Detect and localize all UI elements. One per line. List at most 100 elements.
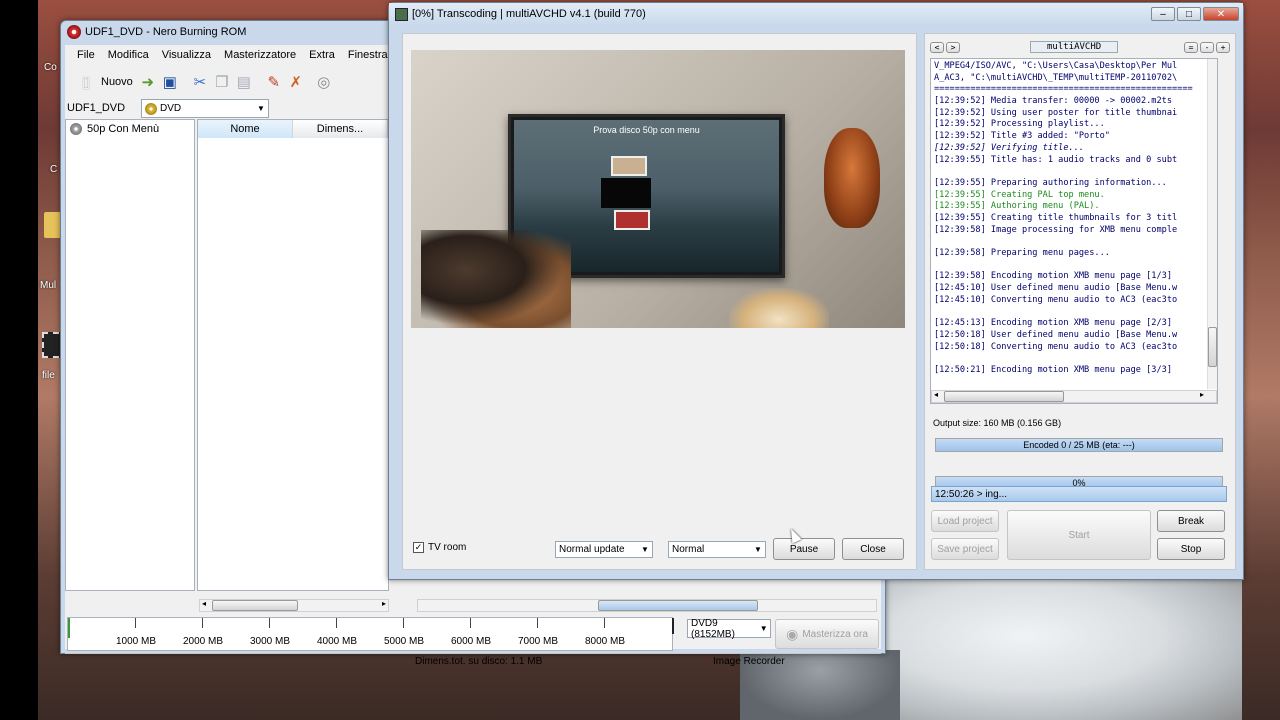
log-vertical-scrollbar[interactable] xyxy=(1207,59,1217,389)
target-disc-value: DVD9 (8152MB) xyxy=(691,617,735,640)
menu-thumbnail-3 xyxy=(614,210,650,230)
scroll-right-icon[interactable]: ▸ xyxy=(382,599,386,608)
log-header-label: multiAVCHD xyxy=(1030,41,1119,53)
tv-room-option[interactable]: ✓ TV room xyxy=(413,542,466,553)
save-project-button[interactable]: Save project xyxy=(931,538,999,560)
disc-type-value: DVD xyxy=(160,103,182,114)
log-line: V_MPEG4/ISO/AVC, "C:\Users\Casa\Desktop\… xyxy=(934,61,1178,71)
column-header-size[interactable]: Dimens... xyxy=(293,120,388,138)
menu-thumbnail-1 xyxy=(611,156,647,176)
add-icon[interactable]: ➜ xyxy=(137,71,159,93)
tv-room-label: TV room xyxy=(428,542,467,553)
quality-mode-select[interactable]: Normal ▼ xyxy=(668,541,766,558)
log-tool-equal-button[interactable]: = xyxy=(1184,41,1198,53)
tv-room-checkbox[interactable]: ✓ xyxy=(413,542,424,553)
maximize-icon[interactable]: □ xyxy=(1177,7,1201,21)
scroll-right-icon[interactable]: ▸ xyxy=(1200,390,1204,399)
burn-icon[interactable]: ✎ xyxy=(263,71,285,93)
log-tool-minus-button[interactable]: - xyxy=(1200,41,1214,53)
log-line: [12:39:58] Image processing for XMB menu… xyxy=(934,224,1178,235)
menu-masterizzatore[interactable]: Masterizzatore xyxy=(224,49,296,61)
burn-now-button[interactable]: ◉ Masterizza ora xyxy=(775,619,879,649)
menu-visualizza[interactable]: Visualizza xyxy=(162,49,211,61)
nero-tree-panel: 50p Con Menù xyxy=(65,119,195,591)
cut-icon[interactable]: ✂ xyxy=(189,71,211,93)
new-button-label[interactable]: Nuovo xyxy=(101,76,133,88)
tree-item-root[interactable]: 50p Con Menù xyxy=(66,120,194,138)
scrollbar-thumb[interactable] xyxy=(212,600,298,611)
tree-item-label: 50p Con Menù xyxy=(87,123,160,135)
african-mask-decoration xyxy=(824,128,880,228)
log-line: [12:45:10] Converting menu audio to AC3 … xyxy=(934,294,1178,305)
capacity-tick-label: 6000 MB xyxy=(451,636,492,647)
stop-button[interactable]: Stop xyxy=(1157,538,1225,560)
log-line: [12:39:55] Title has: 1 audio tracks and… xyxy=(934,154,1178,165)
capacity-tick xyxy=(269,618,270,628)
log-horizontal-scrollbar[interactable]: ◂ ▸ xyxy=(931,390,1217,403)
file-list-scrollbar[interactable]: ◂ ▸ xyxy=(199,599,389,612)
minimize-icon[interactable]: – xyxy=(1151,7,1175,21)
target-disc-select[interactable]: DVD9 (8152MB) ▼ xyxy=(687,617,771,640)
disc-icon xyxy=(70,123,82,135)
capacity-tick-label: 4000 MB xyxy=(317,636,358,647)
log-line: [12:50:21] Encoding motion XMB menu page… xyxy=(934,364,1172,375)
update-mode-value: Normal update xyxy=(559,544,625,555)
log-vscroll-thumb[interactable] xyxy=(1208,327,1217,367)
nero-menu-bar: File Modifica Visualizza Masterizzatore … xyxy=(77,49,420,61)
log-tool-plus-button[interactable]: + xyxy=(1216,41,1230,53)
log-text-area[interactable]: V_MPEG4/ISO/AVC, "C:\Users\Casa\Desktop\… xyxy=(930,58,1218,404)
menu-finestra[interactable]: Finestra xyxy=(348,49,388,61)
pause-button[interactable]: Pause xyxy=(773,538,835,560)
desktop-icon-label: Mul xyxy=(40,280,57,291)
menu-extra[interactable]: Extra xyxy=(309,49,335,61)
chevron-down-icon[interactable]: ▼ xyxy=(751,545,765,554)
close-icon[interactable]: ✕ xyxy=(1203,7,1239,21)
multiavchd-titlebar[interactable]: [0%] Transcoding | multiAVCHD v4.1 (buil… xyxy=(389,3,1243,25)
log-panel: < > multiAVCHD = - + V_MPEG4/ISO/AVC, "C… xyxy=(924,33,1236,570)
capacity-tick-label: 3000 MB xyxy=(250,636,291,647)
break-button[interactable]: Break xyxy=(1157,510,1225,532)
close-button[interactable]: Close xyxy=(842,538,904,560)
chevron-down-icon[interactable]: ▼ xyxy=(757,624,770,633)
nero-app-icon xyxy=(67,25,81,39)
browser-scrollbar-thumb[interactable] xyxy=(598,600,758,611)
update-mode-select[interactable]: Normal update ▼ xyxy=(555,541,653,558)
new-document-icon[interactable]: ▯ xyxy=(75,71,97,93)
desktop-icon-label: Co xyxy=(44,62,57,73)
load-project-button[interactable]: Load project xyxy=(931,510,999,532)
chevron-down-icon[interactable]: ▼ xyxy=(638,545,652,554)
menu-file[interactable]: File xyxy=(77,49,95,61)
log-lines-container: V_MPEG4/ISO/AVC, "C:\Users\Casa\Desktop\… xyxy=(931,59,1207,379)
chevron-down-icon[interactable]: ▼ xyxy=(254,104,268,113)
log-prev-button[interactable]: < xyxy=(930,41,944,53)
capacity-tick-label: 1000 MB xyxy=(116,636,157,647)
browser-scrollbar[interactable] xyxy=(417,599,877,612)
erase-icon[interactable]: ✗ xyxy=(285,71,307,93)
paste-icon[interactable]: ▤ xyxy=(233,71,255,93)
menu-modifica[interactable]: Modifica xyxy=(108,49,149,61)
menu-preview-image: Prova disco 50p con menu xyxy=(411,50,905,328)
burn-now-label: Masterizza ora xyxy=(802,628,868,640)
preview-menu-title: Prova disco 50p con menu xyxy=(593,125,700,135)
multiavchd-app-icon xyxy=(395,7,408,21)
preview-panel: Prova disco 50p con menu ✓ TV room Norma… xyxy=(402,33,917,570)
copy-icon[interactable]: ❐ xyxy=(211,71,233,93)
log-next-button[interactable]: > xyxy=(946,41,960,53)
column-header-name[interactable]: Nome xyxy=(198,120,293,138)
dvd-disc-icon xyxy=(145,102,157,115)
capacity-tick xyxy=(537,618,538,628)
start-button[interactable]: Start xyxy=(1007,510,1151,560)
disc-type-select[interactable]: DVD ▼ xyxy=(141,99,269,118)
log-line: [12:50:18] User defined menu audio [Base… xyxy=(934,329,1178,340)
disc-info-icon[interactable]: ◎ xyxy=(313,71,335,93)
log-line: ========================================… xyxy=(934,84,1193,95)
save-icon[interactable]: ▣ xyxy=(159,71,181,93)
log-hscroll-thumb[interactable] xyxy=(944,391,1064,402)
log-line: [12:45:10] User defined menu audio [Base… xyxy=(934,283,1178,294)
scroll-left-icon[interactable]: ◂ xyxy=(934,390,938,399)
capacity-limit-marker xyxy=(672,618,674,634)
scroll-left-icon[interactable]: ◂ xyxy=(202,599,206,608)
log-line: [12:39:55] Preparing authoring informati… xyxy=(934,177,1167,188)
log-line: [12:39:52] Verifying title... xyxy=(934,142,1085,153)
